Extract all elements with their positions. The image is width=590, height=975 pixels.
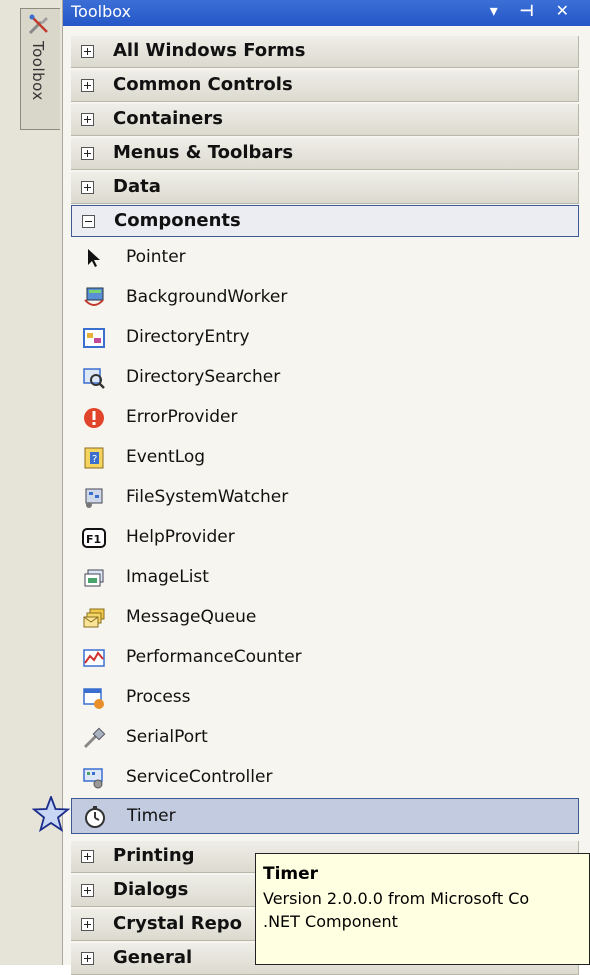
- item-label: ImageList: [126, 567, 209, 587]
- section-menus-toolbars[interactable]: Menus & Toolbars: [71, 138, 579, 170]
- item-label: PerformanceCounter: [126, 647, 302, 667]
- section-common-controls[interactable]: Common Controls: [71, 70, 579, 102]
- item-label: EventLog: [126, 447, 206, 467]
- toolbox-item-filesystemwatcher[interactable]: FileSystemWatcher: [71, 480, 579, 516]
- expand-plus-icon[interactable]: [81, 850, 94, 863]
- event-log-icon: ?: [84, 447, 104, 469]
- section-label: Crystal Repo: [113, 913, 243, 934]
- item-label: ErrorProvider: [126, 407, 238, 427]
- item-label: FileSystemWatcher: [126, 487, 289, 507]
- error-provider-icon: [84, 408, 104, 428]
- section-label: Data: [113, 176, 161, 197]
- toolbox-item-errorprovider[interactable]: ErrorProvider: [71, 400, 579, 436]
- section-label: Components: [114, 210, 241, 231]
- process-icon: [83, 688, 104, 709]
- toolbox-item-eventlog[interactable]: ? EventLog: [71, 440, 579, 476]
- section-label: Containers: [113, 108, 223, 129]
- performance-counter-icon: [83, 649, 105, 667]
- star-marker-icon: [32, 796, 70, 832]
- item-label: DirectoryEntry: [126, 327, 250, 347]
- toolbox-item-timer[interactable]: Timer: [71, 798, 579, 834]
- expand-plus-icon[interactable]: [81, 113, 94, 126]
- expand-plus-icon[interactable]: [81, 181, 94, 194]
- expand-plus-icon[interactable]: [81, 918, 94, 931]
- pointer-icon: [88, 249, 100, 267]
- image-list-icon: [84, 569, 104, 587]
- toolbox-item-servicecontroller[interactable]: ServiceController: [71, 760, 579, 796]
- window-controls[interactable]: ▾ ⊣ ✕: [490, 1, 577, 20]
- file-system-watcher-icon: [85, 488, 103, 508]
- item-label: DirectorySearcher: [126, 367, 281, 387]
- section-containers[interactable]: Containers: [71, 104, 579, 136]
- toolbox-item-directoryentry[interactable]: DirectoryEntry: [71, 320, 579, 356]
- section-data[interactable]: Data: [71, 172, 579, 204]
- toolbox-item-directorysearcher[interactable]: DirectorySearcher: [71, 360, 579, 396]
- toolbox-item-process[interactable]: Process: [71, 680, 579, 716]
- tooltip-version: Version 2.0.0.0 from Microsoft Co: [263, 889, 530, 908]
- item-label: Pointer: [126, 247, 186, 267]
- toolbox-panel: Toolbox ▾ ⊣ ✕ All Windows Forms Common C…: [62, 0, 590, 975]
- toolbox-item-imagelist[interactable]: ImageList: [71, 560, 579, 596]
- background-worker-icon: [84, 287, 104, 306]
- item-label: HelpProvider: [126, 527, 235, 547]
- item-label: MessageQueue: [126, 607, 257, 627]
- svg-text:F1: F1: [86, 533, 101, 546]
- toolbox-item-backgroundworker[interactable]: BackgroundWorker: [71, 280, 579, 316]
- section-label: Menus & Toolbars: [113, 142, 294, 163]
- section-label: Common Controls: [113, 74, 293, 95]
- toolbox-item-performancecounter[interactable]: PerformanceCounter: [71, 640, 579, 676]
- expand-plus-icon[interactable]: [81, 45, 94, 58]
- toolbox-item-messagequeue[interactable]: MessageQueue: [71, 600, 579, 636]
- expand-plus-icon[interactable]: [81, 79, 94, 92]
- toolbox-item-pointer[interactable]: Pointer: [71, 240, 579, 276]
- tooltip-title: Timer: [263, 864, 319, 884]
- toolbox-title: Toolbox: [71, 2, 131, 21]
- section-label: Dialogs: [113, 879, 189, 900]
- section-label: All Windows Forms: [113, 40, 306, 61]
- expand-plus-icon[interactable]: [81, 952, 94, 965]
- expand-plus-icon[interactable]: [81, 147, 94, 160]
- message-queue-icon: [83, 608, 105, 628]
- toolbox-title-bar: Toolbox ▾ ⊣ ✕: [63, 0, 590, 26]
- item-label: Process: [126, 687, 191, 707]
- toolbox-tools-icon: [28, 14, 48, 35]
- toolbox-item-serialport[interactable]: SerialPort: [71, 720, 579, 756]
- item-label: Timer: [127, 806, 176, 826]
- collapse-minus-icon[interactable]: [82, 215, 95, 228]
- timer-icon: [85, 806, 105, 828]
- directory-entry-icon: [83, 328, 105, 348]
- section-components[interactable]: Components: [71, 205, 579, 237]
- serial-port-icon: [83, 727, 106, 749]
- section-label: Printing: [113, 845, 195, 866]
- help-provider-icon: F1: [82, 528, 106, 548]
- item-tooltip: Timer Version 2.0.0.0 from Microsoft Co …: [255, 853, 590, 965]
- service-controller-icon: [83, 768, 103, 789]
- section-all-windows-forms[interactable]: All Windows Forms: [71, 36, 579, 68]
- toolbox-side-tab[interactable]: Toolbox: [20, 8, 60, 130]
- directory-searcher-icon: [83, 368, 105, 389]
- item-label: SerialPort: [126, 727, 208, 747]
- tooltip-type: .NET Component: [263, 912, 398, 931]
- item-label: ServiceController: [126, 767, 273, 787]
- expand-plus-icon[interactable]: [81, 884, 94, 897]
- toolbox-item-helpprovider[interactable]: F1 HelpProvider: [71, 520, 579, 556]
- side-tab-label: Toolbox: [29, 41, 47, 101]
- item-label: BackgroundWorker: [126, 287, 288, 307]
- svg-text:?: ?: [92, 454, 97, 465]
